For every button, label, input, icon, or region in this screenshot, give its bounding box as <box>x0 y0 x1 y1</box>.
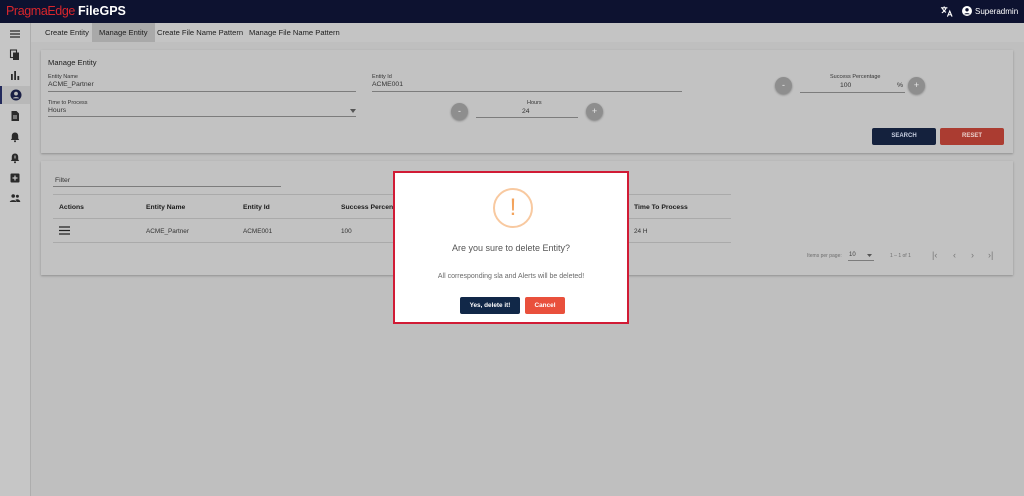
confirm-delete-button[interactable]: Yes, delete it! <box>460 297 520 314</box>
copy-icon <box>9 49 19 60</box>
plus-box-icon <box>10 173 20 183</box>
alert-bell-icon <box>10 153 20 164</box>
hours-decrement-button[interactable]: - <box>451 103 468 120</box>
time-to-process-underline <box>48 116 356 117</box>
success-decrement-button[interactable]: - <box>775 77 792 94</box>
header-divider <box>53 218 731 219</box>
dialog-text: All corresponding sla and Alerts will be… <box>437 273 585 280</box>
entity-id-input[interactable]: ACME001 <box>372 81 403 88</box>
sidebar-item-reports[interactable] <box>0 107 30 125</box>
translate-icon[interactable] <box>940 5 953 18</box>
cancel-button[interactable]: Cancel <box>525 297 565 314</box>
entity-name-input[interactable]: ACME_Partner <box>48 81 94 88</box>
dialog-title: Are you sure to delete Entity? <box>451 243 571 253</box>
table-top-divider <box>53 194 731 195</box>
dropdown-arrow-icon[interactable] <box>350 109 356 113</box>
tab-create-entity[interactable]: Create Entity <box>38 23 96 42</box>
sidebar-item-users[interactable] <box>0 189 30 207</box>
column-header-entity-name[interactable]: Entity Name <box>146 204 185 211</box>
cell-success-percentage: 100 <box>341 228 352 235</box>
success-percentage-label: Success Percentage <box>830 74 881 80</box>
user-menu[interactable]: Superadmin <box>962 6 1018 16</box>
sidebar-item-add[interactable] <box>0 169 30 187</box>
sidebar-item-files[interactable] <box>0 46 30 64</box>
time-to-process-select[interactable]: Hours <box>48 107 66 114</box>
entity-name-label: Entity Name <box>48 74 78 80</box>
tab-bar: Create Entity Manage Entity Create File … <box>31 23 1024 42</box>
page-size-arrow-icon[interactable] <box>867 254 872 257</box>
account-circle-icon <box>10 89 22 101</box>
hours-label: Hours <box>527 100 542 106</box>
row-divider <box>53 242 731 243</box>
entity-id-label: Entity Id <box>372 74 392 80</box>
last-page-icon[interactable]: ›| <box>988 250 993 260</box>
bell-icon <box>10 132 20 143</box>
search-button[interactable]: SEARCH <box>872 128 936 145</box>
reset-button[interactable]: RESET <box>940 128 1004 145</box>
cell-entity-id: ACME001 <box>243 228 273 235</box>
first-page-icon[interactable]: |‹ <box>932 250 937 260</box>
percent-sign: % <box>897 82 904 89</box>
cell-entity-name: ACME_Partner <box>146 228 189 235</box>
hours-input[interactable]: 24 <box>522 108 530 115</box>
tab-manage-entity[interactable]: Manage Entity <box>92 23 155 42</box>
page-size-select[interactable]: 10 <box>849 252 856 258</box>
column-header-entity-id[interactable]: Entity Id <box>243 204 270 211</box>
previous-page-icon[interactable]: ‹ <box>953 250 956 260</box>
page-size-underline <box>848 260 874 261</box>
sidebar <box>0 23 31 496</box>
document-icon <box>11 111 19 121</box>
menu-icon <box>10 30 20 38</box>
filter-input[interactable]: Filter <box>55 177 70 184</box>
account-circle-icon <box>962 6 972 16</box>
brand-name-part2: FileGPS <box>77 4 126 18</box>
top-app-bar: PragmaEdge FileGPS Superadmin <box>0 0 1024 23</box>
sidebar-item-alerts[interactable] <box>0 128 30 146</box>
column-header-actions: Actions <box>59 204 84 211</box>
page-title: Manage Entity <box>48 58 97 67</box>
sidebar-item-menu[interactable] <box>0 25 30 43</box>
column-header-success-percentage[interactable]: Success Percenta <box>341 204 399 211</box>
warning-icon: ! <box>493 188 533 228</box>
tab-create-file-name-pattern[interactable]: Create File Name Pattern <box>150 23 250 42</box>
page-range-label: 1 – 1 of 1 <box>890 253 911 259</box>
sidebar-item-notifications[interactable] <box>0 149 30 167</box>
hours-increment-button[interactable]: + <box>586 103 603 120</box>
bar-chart-icon <box>11 71 20 80</box>
row-actions-menu-icon[interactable] <box>59 226 70 235</box>
tab-manage-file-name-pattern[interactable]: Manage File Name Pattern <box>242 23 347 42</box>
success-percentage-underline <box>800 92 905 93</box>
success-percentage-input[interactable]: 100 <box>840 82 851 89</box>
column-header-time-to-process[interactable]: Time To Process <box>634 204 688 211</box>
sidebar-item-entity[interactable] <box>0 86 30 104</box>
user-name: Superadmin <box>975 6 1019 16</box>
entity-name-underline <box>48 91 356 92</box>
people-icon <box>9 194 21 202</box>
sidebar-item-dashboard[interactable] <box>0 66 30 84</box>
entity-id-underline <box>372 91 682 92</box>
delete-confirm-dialog: ! Are you sure to delete Entity? All cor… <box>393 171 629 324</box>
next-page-icon[interactable]: › <box>971 250 974 260</box>
filter-underline <box>53 186 281 187</box>
success-increment-button[interactable]: + <box>908 77 925 94</box>
items-per-page-label: Items per page: <box>807 253 842 259</box>
hours-underline <box>476 117 578 118</box>
app-logo[interactable]: PragmaEdge FileGPS <box>6 4 126 18</box>
time-to-process-label: Time to Process <box>48 100 88 106</box>
cell-time-to-process: 24 H <box>634 228 648 235</box>
brand-name-part1: PragmaEdge <box>6 4 75 18</box>
